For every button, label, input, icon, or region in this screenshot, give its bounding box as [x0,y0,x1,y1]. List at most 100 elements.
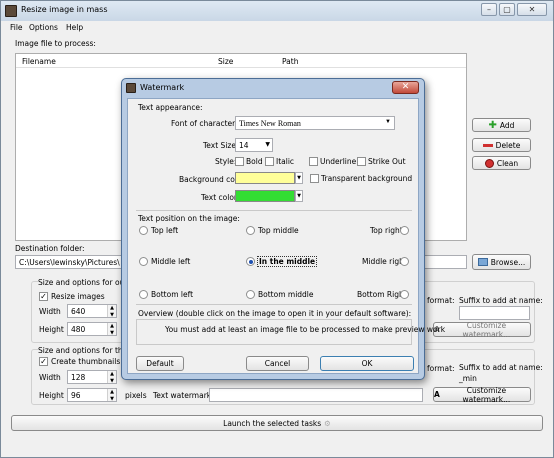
delete-button[interactable]: Delete [472,138,531,152]
spin-icon[interactable]: ▲ ▼ [107,305,116,317]
spin-icon[interactable]: ▲ ▼ [107,323,116,335]
default-button[interactable]: Default [136,356,184,371]
minus-icon [482,143,493,147]
style-label: Style: [215,157,237,166]
position-middle-left-radio[interactable] [139,257,148,266]
column-path[interactable]: Path [282,57,298,66]
menu-file[interactable]: File [10,23,23,32]
position-bottom-left-radio[interactable] [139,290,148,299]
output-suffix-label: Suffix to add at name: [459,296,543,305]
menu-options[interactable]: Options [29,23,58,32]
position-middle-label: In the middle [257,256,318,267]
output-width-field[interactable]: 640 ▲ ▼ [67,304,117,318]
add-button[interactable]: ✚ Add [472,118,531,132]
column-filename[interactable]: Filename [22,57,56,66]
launch-tasks-button[interactable]: Launch the selected tasks ⚙ [11,415,543,431]
output-format-label: format: [427,296,455,305]
window-title: Resize image in mass [21,5,108,14]
bold-checkbox[interactable] [235,157,244,166]
italic-label: Italic [276,157,295,166]
browse-button[interactable]: Browse... [472,254,531,270]
position-middle-right-radio[interactable] [400,257,409,266]
italic-checkbox[interactable] [265,157,274,166]
position-top-left-radio[interactable] [139,226,148,235]
overview-label: Overview (double click on the image to o… [138,309,412,318]
thumb-width-field[interactable]: 128 ▲ ▼ [67,370,117,384]
transparent-background-checkbox[interactable] [310,174,319,183]
dialog-title: Watermark [140,83,185,92]
chevron-down-icon: ▼ [265,141,270,148]
create-thumbnails-checkbox[interactable]: ✓ [39,357,48,366]
position-middle-left-label: Middle left [151,257,191,266]
font-label: Font of characters: [171,119,242,128]
position-bottom-left-label: Bottom left [151,290,194,299]
maximize-icon[interactable]: ▢ [499,3,515,16]
create-thumbnails-label: Create thumbnails [51,357,121,366]
plus-icon: ✚ [488,119,497,131]
customize-watermark-thumb-button[interactable]: A Customize watermark... [433,386,531,404]
thumb-width-label: Width [39,373,61,382]
title-bar: Resize image in mass – ▢ ✕ [1,1,553,21]
text-size-dropdown[interactable]: 14 ▼ [235,138,273,152]
position-top-right-label: Top right [370,226,403,235]
image-files-label: Image file to process: [15,39,96,48]
position-top-middle-label: Top middle [258,226,299,235]
customize-watermark-output-button[interactable]: A Customize watermark... [433,321,531,339]
clean-button[interactable]: Clean [472,156,531,170]
overview-preview[interactable]: You must add at least an image file to b… [136,319,445,345]
text-icon: A [434,390,440,399]
app-icon [5,5,17,17]
position-label: Text position on the image: [138,214,240,223]
folder-icon [477,258,488,266]
chevron-down-icon: ▼ [385,119,391,125]
dialog-close-icon[interactable]: ✕ [392,81,419,94]
position-bottom-middle-label: Bottom middle [258,290,314,299]
font-dropdown[interactable]: Times New Roman ▼ [235,116,395,130]
text-appearance-label: Text appearance: [138,103,203,112]
thumb-height-label: Height [39,391,64,400]
cancel-button[interactable]: Cancel [246,356,309,371]
underline-label: Underline [320,157,357,166]
thumb-format-label: format: [427,364,455,373]
list-header: Filename Size Path [16,54,466,68]
chevron-down-icon[interactable]: ▼ [295,190,303,202]
output-width-label: Width [39,307,61,316]
output-height-field[interactable]: 480 ▲ ▼ [67,322,117,336]
thumb-height-field[interactable]: 96 ▲ ▼ [67,388,117,402]
close-icon[interactable]: ✕ [517,3,547,16]
overview-message: You must add at least an image file to b… [165,325,446,334]
position-middle-radio[interactable] [246,257,255,266]
strikeout-checkbox[interactable] [357,157,366,166]
strikeout-label: Strike Out [368,157,406,166]
ok-button[interactable]: OK [320,356,414,371]
text-color-label: Text color: [201,193,240,202]
transparent-background-label: Transparent background [321,174,413,183]
dialog-icon [126,83,136,93]
position-bottom-middle-radio[interactable] [246,290,255,299]
chevron-down-icon[interactable]: ▼ [295,172,303,184]
position-bottom-right-radio[interactable] [400,290,409,299]
divider [136,210,412,211]
pixels-label: pixels [125,391,147,400]
spin-icon[interactable]: ▲ ▼ [107,389,116,401]
text-watermark-label: Text watermark: [153,391,214,400]
thumb-suffix-label: Suffix to add at name: [459,363,543,372]
divider [136,304,412,305]
menu-help[interactable]: Help [66,23,83,32]
thumb-suffix-field[interactable]: _min [459,374,477,383]
position-top-left-label: Top left [151,226,179,235]
output-suffix-field[interactable] [459,306,530,320]
resize-images-checkbox[interactable]: ✓ [39,292,48,301]
text-color-swatch[interactable] [235,190,295,202]
watermark-dialog: Watermark ✕ Text appearance: Font of cha… [121,78,445,380]
menu-bar: File Options Help [1,21,553,35]
background-color-swatch[interactable] [235,172,295,184]
position-top-right-radio[interactable] [400,226,409,235]
gear-icon: ⚙ [324,418,331,428]
underline-checkbox[interactable] [309,157,318,166]
minimize-icon[interactable]: – [481,3,497,16]
column-size[interactable]: Size [218,57,233,66]
spin-icon[interactable]: ▲ ▼ [107,371,116,383]
text-watermark-field[interactable] [209,388,423,402]
position-top-middle-radio[interactable] [246,226,255,235]
